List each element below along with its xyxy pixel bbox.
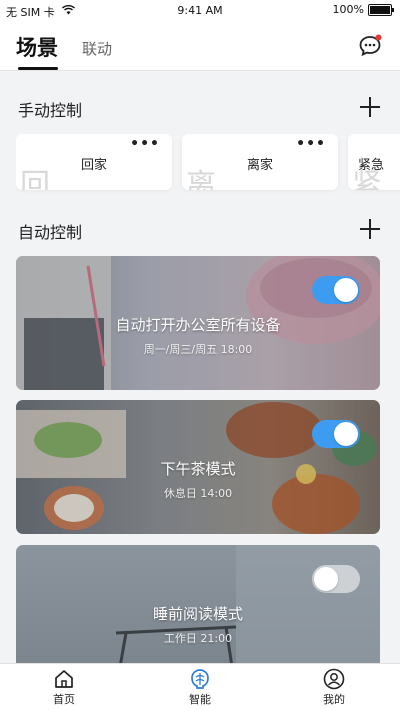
header-divider — [0, 70, 400, 71]
automation-schedule: 休息日 14:00 — [163, 487, 233, 500]
more-icon[interactable]: ••• — [130, 136, 160, 152]
user-icon — [323, 668, 345, 690]
plus-icon[interactable] — [360, 97, 380, 117]
manual-scene-list: ••• 回家 回 ••• 离家 离 紧急 紧 — [16, 134, 400, 204]
more-icon[interactable]: ••• — [296, 136, 326, 152]
nav-label: 首页 — [53, 693, 75, 706]
manual-scene-emergency[interactable]: 紧急 紧 — [348, 134, 400, 190]
automation-title: 睡前阅读模式 — [152, 605, 243, 623]
toggle-knob — [334, 278, 358, 302]
automation-section-title: 自动控制 — [18, 223, 83, 242]
automation-title: 下午茶模式 — [160, 460, 236, 478]
nav-item-profile[interactable]: 我的 — [294, 668, 374, 707]
tab-scenes[interactable]: 场景 — [16, 32, 58, 62]
automation-card-office[interactable]: 自动打开办公室所有设备 周一/周三/周五 18:00 — [16, 256, 380, 390]
tab-linkage[interactable]: 联动 — [82, 38, 112, 59]
home-icon — [53, 668, 75, 690]
automation-schedule: 周一/周三/周五 18:00 — [143, 343, 253, 356]
manual-section-title: 手动控制 — [18, 101, 83, 120]
status-bar: 无 SIM 卡 9:41 AM 100% — [0, 0, 400, 22]
battery-percent: 100% — [332, 3, 364, 16]
automation-title: 自动打开办公室所有设备 — [115, 316, 281, 334]
manual-scene-away[interactable]: ••• 离家 离 — [182, 134, 338, 190]
manual-scene-home[interactable]: ••• 回家 回 — [16, 134, 172, 190]
automation-card-afternoon-tea[interactable]: 下午茶模式 休息日 14:00 — [16, 400, 380, 534]
battery-icon — [368, 3, 394, 16]
message-bubble-icon[interactable] — [358, 34, 382, 58]
automation-card-bedtime-reading[interactable]: 睡前阅读模式 工作日 21:00 — [16, 545, 380, 667]
brain-icon — [189, 668, 211, 690]
automation-toggle[interactable] — [312, 420, 360, 448]
automation-schedule: 工作日 21:00 — [163, 632, 233, 645]
automation-toggle[interactable] — [312, 276, 360, 304]
nav-label: 智能 — [189, 693, 211, 706]
scene-watermark: 紧 — [352, 168, 384, 190]
plus-icon[interactable] — [360, 219, 380, 239]
nav-item-home[interactable]: 首页 — [24, 668, 104, 707]
top-header: 场景 联动 — [0, 22, 400, 70]
scene-watermark: 离 — [186, 168, 218, 190]
bottom-nav: 首页 智能 我的 — [0, 663, 400, 710]
scene-watermark: 回 — [20, 168, 52, 190]
toggle-knob — [314, 567, 338, 591]
toggle-knob — [334, 422, 358, 446]
nav-item-smart[interactable]: 智能 — [160, 668, 240, 707]
automation-toggle[interactable] — [312, 565, 360, 593]
nav-label: 我的 — [323, 693, 345, 706]
